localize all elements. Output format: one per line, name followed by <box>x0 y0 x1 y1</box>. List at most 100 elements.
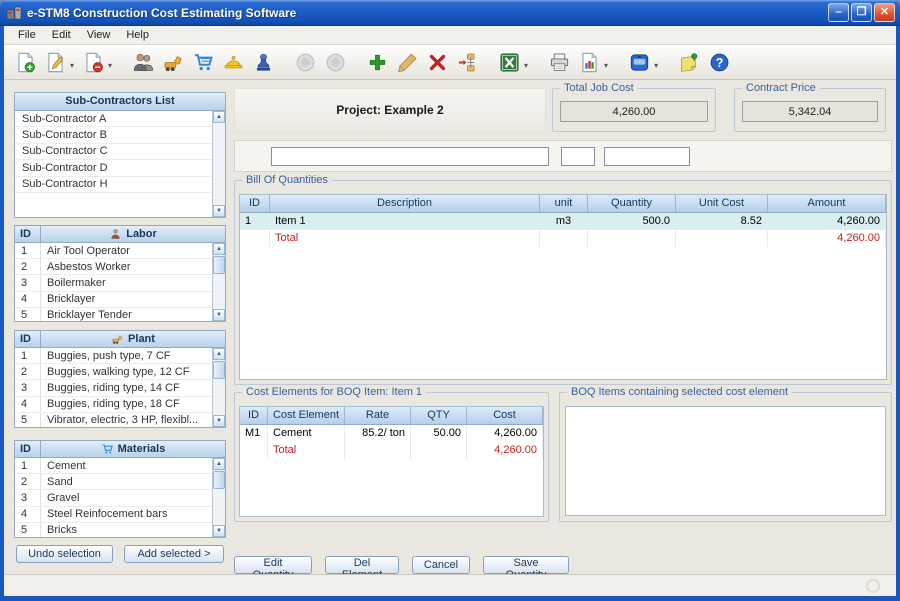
new-document-icon <box>15 52 36 73</box>
labor-title: Labor <box>126 226 157 242</box>
edit-document-caret[interactable]: ▾ <box>70 61 74 70</box>
delete-document-caret[interactable]: ▾ <box>108 61 112 70</box>
excel-export-button[interactable] <box>496 49 522 75</box>
list-item[interactable]: 2Asbestos Worker <box>15 259 212 275</box>
list-item[interactable]: Sub-Contractor A <box>15 111 212 127</box>
boq-items-label: BOQ Items containing selected cost eleme… <box>567 386 792 398</box>
col-header[interactable]: Amount <box>768 195 886 212</box>
scroll-down-icon[interactable]: ▼ <box>213 525 225 537</box>
scroll-down-icon[interactable]: ▼ <box>213 309 225 321</box>
cancel-button[interactable]: Cancel <box>412 556 470 574</box>
subcontractors-button[interactable] <box>130 49 156 75</box>
plant-panel: ID Plant 1Buggies, push type, 7 CF 2Bugg… <box>14 330 226 428</box>
col-header[interactable]: Unit Cost <box>676 195 768 212</box>
quantity-input[interactable] <box>604 147 690 166</box>
scroll-thumb[interactable] <box>213 361 225 379</box>
col-header[interactable]: unit <box>540 195 588 212</box>
col-header[interactable]: Cost Element <box>268 407 345 424</box>
resize-grip-icon[interactable] <box>866 579 880 593</box>
edit-document-button[interactable] <box>42 49 68 75</box>
list-item[interactable]: 4Bricklayer <box>15 292 212 308</box>
list-item[interactable]: 3Gravel <box>15 490 212 506</box>
del-element-button[interactable]: Del Element <box>325 556 399 574</box>
list-item[interactable]: 5Bricklayer Tender <box>15 308 212 321</box>
scroll-up-icon[interactable]: ▲ <box>213 348 225 360</box>
item-name: Buggies, riding type, 14 CF <box>41 382 212 394</box>
materials-cart-button[interactable] <box>190 49 216 75</box>
report-caret[interactable]: ▾ <box>604 61 608 70</box>
add-button[interactable] <box>364 49 390 75</box>
close-button[interactable]: ✕ <box>874 3 895 22</box>
print-button[interactable] <box>546 49 572 75</box>
list-item[interactable]: 1Cement <box>15 458 212 474</box>
scroll-up-icon[interactable]: ▲ <box>213 458 225 470</box>
cell-cost-element: Cement <box>268 425 345 442</box>
scroll-thumb[interactable] <box>213 471 225 489</box>
list-item[interactable]: 3Buggies, riding type, 14 CF <box>15 380 212 396</box>
project-case-button[interactable] <box>626 49 652 75</box>
excel-export-caret[interactable]: ▾ <box>524 61 528 70</box>
delete-document-button[interactable] <box>80 49 106 75</box>
list-item[interactable]: 5Bricks <box>15 523 212 537</box>
assign-flow-button[interactable] <box>454 49 480 75</box>
plant-button[interactable] <box>160 49 186 75</box>
table-row[interactable]: 1 Item 1 m3 500.0 8.52 4,260.00 <box>240 213 886 230</box>
delete-document-icon <box>83 52 104 73</box>
list-item[interactable]: 4Buggies, riding type, 18 CF <box>15 397 212 413</box>
menu-help[interactable]: Help <box>118 27 157 43</box>
description-input[interactable] <box>271 147 549 166</box>
edit-quantity-button[interactable]: Edit Quantity <box>234 556 312 574</box>
help-button[interactable]: ? <box>706 49 732 75</box>
boq-items-list[interactable] <box>565 406 886 516</box>
col-header[interactable]: Cost <box>467 407 543 424</box>
col-header[interactable]: Quantity <box>588 195 676 212</box>
minimize-button[interactable]: – <box>828 3 849 22</box>
col-header[interactable]: ID <box>240 407 268 424</box>
list-item[interactable]: Sub-Contractor C <box>15 144 212 160</box>
col-header[interactable]: Rate <box>345 407 411 424</box>
scroll-thumb[interactable] <box>213 256 225 274</box>
new-document-button[interactable] <box>12 49 38 75</box>
list-item[interactable]: 4Steel Reinfocement bars <box>15 507 212 523</box>
report-button[interactable] <box>576 49 602 75</box>
col-header[interactable]: QTY <box>411 407 467 424</box>
item-name: Bricklayer Tender <box>41 309 212 321</box>
col-header[interactable]: ID <box>240 195 270 212</box>
stamp-button[interactable] <box>250 49 276 75</box>
labor-hardhat-button[interactable] <box>220 49 246 75</box>
scroll-down-icon[interactable]: ▼ <box>213 415 225 427</box>
maximize-button[interactable]: ❐ <box>851 3 872 22</box>
list-item[interactable]: Sub-Contractor B <box>15 127 212 143</box>
add-selected-button[interactable]: Add selected > <box>124 545 224 563</box>
col-header[interactable]: Description <box>270 195 540 212</box>
menu-file[interactable]: File <box>10 27 44 43</box>
list-item[interactable]: 1Air Tool Operator <box>15 243 212 259</box>
menu-view[interactable]: View <box>79 27 119 43</box>
unit-input[interactable] <box>561 147 595 166</box>
save-quantity-button[interactable]: Save Quantity <box>483 556 569 574</box>
list-item[interactable]: Sub-Contractor D <box>15 160 212 176</box>
list-item[interactable]: Sub-Contractor H <box>15 177 212 193</box>
plant-title: Plant <box>128 331 155 347</box>
scroll-up-icon[interactable]: ▲ <box>213 111 225 123</box>
scroll-down-icon[interactable]: ▼ <box>213 205 225 217</box>
cell-unit: m3 <box>540 213 588 230</box>
scrollbar[interactable]: ▲▼ <box>212 458 225 537</box>
list-item[interactable]: 2Buggies, walking type, 12 CF <box>15 364 212 380</box>
project-case-caret[interactable]: ▾ <box>654 61 658 70</box>
list-item[interactable]: 5Vibrator, electric, 3 HP, flexibl... <box>15 413 212 427</box>
undo-selection-button[interactable]: Undo selection <box>16 545 113 563</box>
list-item[interactable]: 2Sand <box>15 474 212 490</box>
delete-x-button[interactable] <box>424 49 450 75</box>
scrollbar[interactable]: ▲ ▼ <box>212 111 225 217</box>
list-item[interactable]: 1Buggies, push type, 7 CF <box>15 348 212 364</box>
edit-pencil-button[interactable] <box>394 49 420 75</box>
table-row[interactable]: M1 Cement 85.2/ ton 50.00 4,260.00 <box>240 425 543 442</box>
scroll-up-icon[interactable]: ▲ <box>213 243 225 255</box>
scrollbar[interactable]: ▲▼ <box>212 243 225 321</box>
notes-button[interactable] <box>676 49 702 75</box>
menu-edit[interactable]: Edit <box>44 27 79 43</box>
scrollbar[interactable]: ▲▼ <box>212 348 225 427</box>
list-item[interactable]: 3Boilermaker <box>15 275 212 291</box>
disabled-circle-icon <box>295 52 316 73</box>
